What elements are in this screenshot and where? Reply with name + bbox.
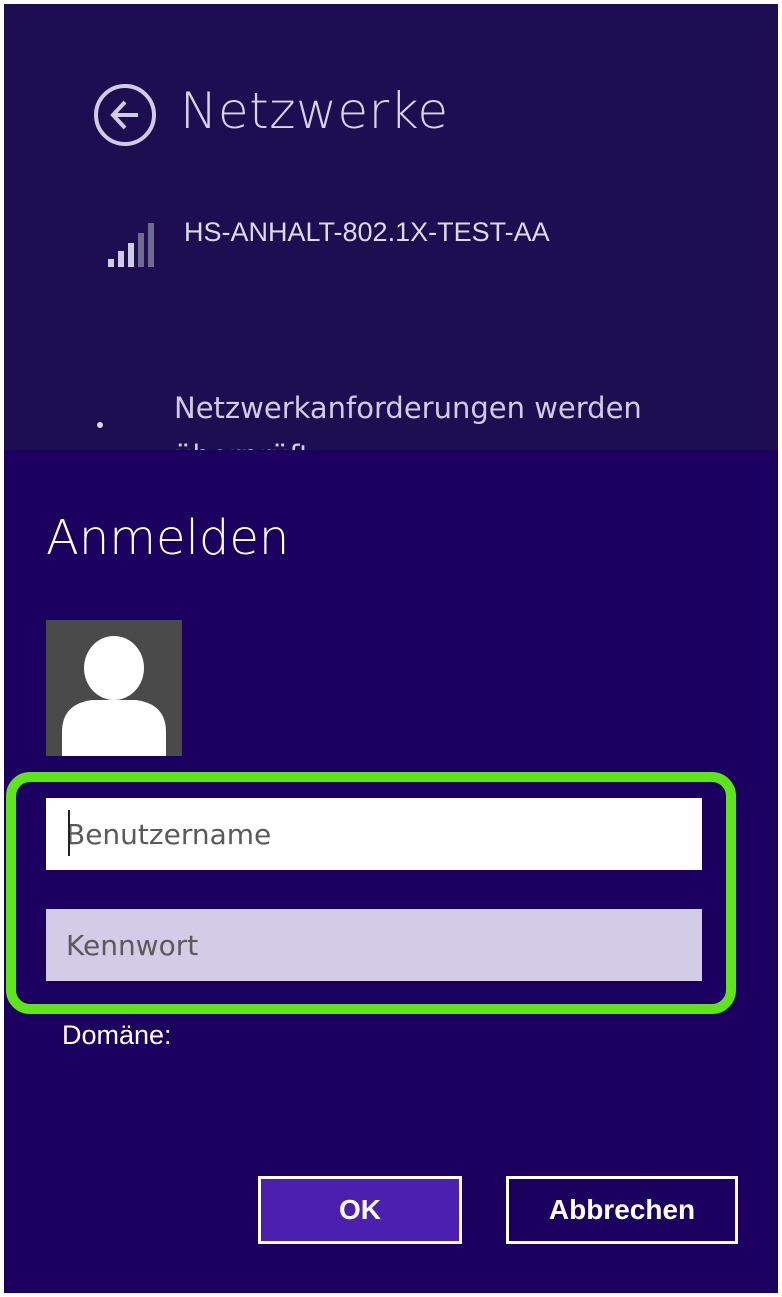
back-button[interactable] (94, 84, 156, 146)
password-input[interactable] (46, 909, 702, 981)
ok-button[interactable]: OK (258, 1176, 462, 1244)
domain-label: Domäne: (62, 1020, 172, 1050)
sign-in-dialog: Anmelden Domäne: OK Abbrechen (4, 450, 778, 1293)
progress-dot (97, 422, 103, 428)
user-avatar-icon (62, 636, 166, 756)
back-arrow-icon (110, 100, 138, 130)
page-title: Netzwerke (180, 82, 449, 140)
cancel-button[interactable]: Abbrechen (506, 1176, 738, 1244)
networks-pane: Netzwerke HS-ANHALT-802.1X-TEST-AA Netzw… (4, 4, 778, 450)
screen-frame: Netzwerke HS-ANHALT-802.1X-TEST-AA Netzw… (4, 4, 778, 1293)
username-input[interactable] (46, 798, 702, 870)
text-caret (68, 810, 70, 856)
dialog-title: Anmelden (46, 510, 290, 566)
avatar (46, 620, 182, 756)
network-name[interactable]: HS-ANHALT-802.1X-TEST-AA (184, 217, 550, 248)
connection-status: Netzwerkanforderungen werden überprüft (174, 391, 642, 450)
wifi-signal-icon (108, 223, 154, 267)
